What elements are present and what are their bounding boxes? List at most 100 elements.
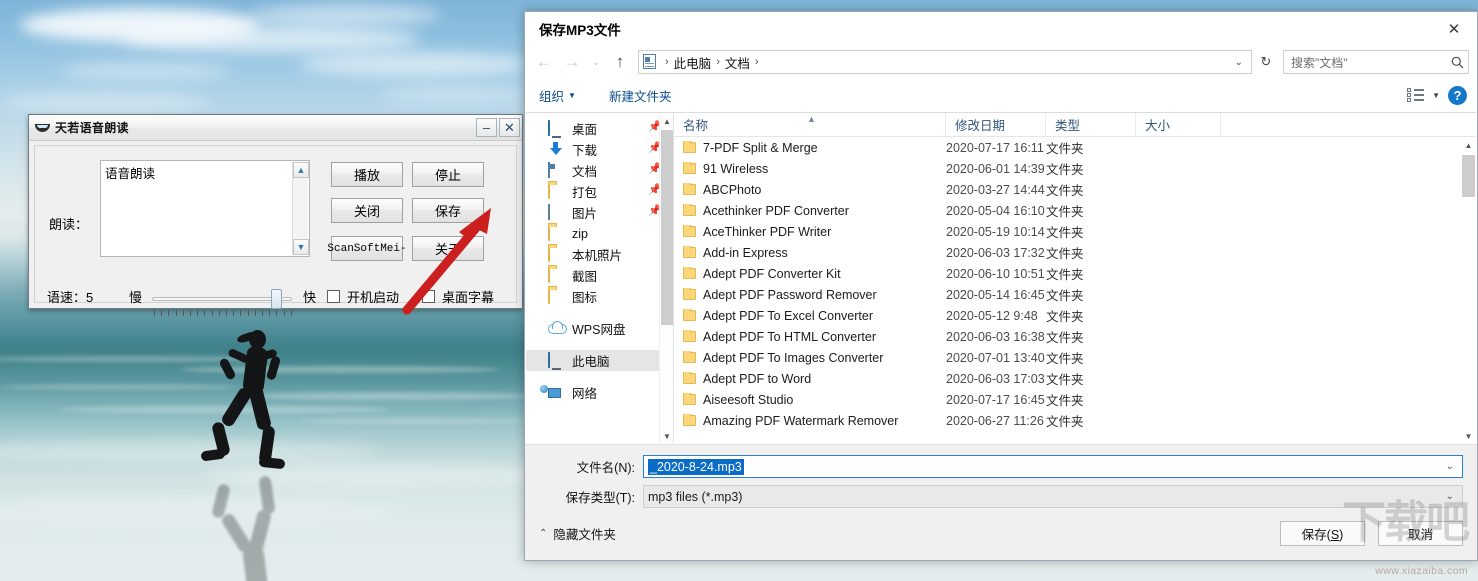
sidebar-item-downloads[interactable]: 下载 📌	[526, 139, 673, 160]
sidebar-item-label: 下载	[572, 144, 598, 158]
table-row[interactable]: Add-in Express 2020-06-03 17:32 文件夹	[674, 242, 1461, 263]
scroll-down-icon[interactable]: ▼	[660, 428, 673, 444]
table-row[interactable]: 91 Wireless 2020-06-01 14:39 文件夹	[674, 158, 1461, 179]
about-button[interactable]: 关于	[412, 236, 484, 261]
table-row[interactable]: ABCPhoto 2020-03-27 14:44 文件夹	[674, 179, 1461, 200]
search-input[interactable]: 搜索"文档"	[1283, 50, 1469, 74]
scroll-up-icon[interactable]: ▲	[660, 113, 673, 129]
save-button[interactable]: 保存	[412, 198, 484, 223]
sidebar-item-icons[interactable]: 图标	[526, 286, 673, 307]
checkbox-autostart[interactable]: 开机启动	[327, 287, 399, 306]
table-row[interactable]: Adept PDF to Word 2020-06-03 17:03 文件夹	[674, 368, 1461, 389]
sidebar-item-desktop[interactable]: 桌面 📌	[526, 118, 673, 139]
column-header-type[interactable]: 类型	[1046, 113, 1136, 137]
file-date-cell: 2020-07-17 16:45	[946, 392, 1045, 407]
organize-button[interactable]: 组织 ▼	[539, 86, 576, 105]
file-list-scrollbar[interactable]: ▲ ▼	[1461, 137, 1476, 444]
help-icon[interactable]: ?	[1448, 85, 1467, 105]
recent-locations-icon[interactable]: ⌄	[587, 49, 605, 75]
table-row[interactable]: Adept PDF Converter Kit 2020-06-10 10:51 文…	[674, 263, 1461, 284]
table-row[interactable]: Adept PDF Password Remover 2020-05-14 16:…	[674, 284, 1461, 305]
close-button[interactable]: ✕	[499, 118, 520, 137]
folder-icon	[683, 161, 696, 174]
filename-chevron-down-icon[interactable]: ⌄	[1440, 461, 1460, 472]
file-type-cell: 文件夹	[1046, 310, 1084, 324]
file-list-scroll-thumb[interactable]	[1462, 155, 1475, 197]
stop-button[interactable]: 停止	[412, 162, 484, 187]
table-row[interactable]: Adept PDF To Images Converter 2020-07-01 …	[674, 347, 1461, 368]
folder-icon	[683, 224, 696, 237]
sidebar-item-wps-cloud[interactable]: WPS网盘	[526, 318, 673, 339]
table-row[interactable]: Adept PDF To HTML Converter 2020-06-03 16…	[674, 326, 1461, 347]
save-button[interactable]: 保存(S)	[1280, 521, 1365, 546]
read-textarea[interactable]: 语音朗读 ▲ ▼	[100, 160, 310, 257]
scroll-down-icon[interactable]: ▼	[293, 239, 309, 255]
file-type-cell: 文件夹	[1046, 142, 1084, 156]
table-row[interactable]: Amazing PDF Watermark Remover 2020-06-27 …	[674, 410, 1461, 431]
back-icon[interactable]: ←	[531, 49, 557, 75]
sidebar-item-zip[interactable]: zip	[526, 223, 673, 244]
folder-icon	[548, 266, 566, 284]
file-name-label: ABCPhoto	[703, 182, 762, 197]
folder-icon	[683, 350, 696, 363]
voice-select-button[interactable]: ScanSoftMei-	[327, 236, 407, 261]
sidebar-item-network[interactable]: 网络	[526, 382, 673, 403]
filetype-chevron-down-icon[interactable]: ⌄	[1440, 491, 1460, 502]
table-row[interactable]: Acethinker PDF Converter 2020-05-04 16:10…	[674, 200, 1461, 221]
checkbox-box[interactable]	[327, 290, 340, 303]
sidebar-item-this-pc[interactable]: 此电脑	[526, 350, 673, 371]
scroll-down-icon[interactable]: ▼	[1461, 428, 1476, 444]
pin-icon[interactable]: 📌	[648, 206, 662, 218]
table-row[interactable]: 7-PDF Split & Merge 2020-07-17 16:11 文件夹	[674, 137, 1461, 158]
filename-input[interactable]: _2020-8-24.mp3 ⌄	[643, 455, 1463, 478]
navpane-scroll-thumb[interactable]	[661, 130, 673, 325]
list-view-icon[interactable]	[1407, 88, 1425, 102]
textarea-scrollbar[interactable]: ▲ ▼	[292, 162, 309, 255]
sidebar-item-documents[interactable]: 文档 📌	[526, 160, 673, 181]
folder-icon	[683, 308, 696, 321]
runner-silhouette	[195, 330, 315, 470]
speed-slider-thumb[interactable]	[271, 289, 282, 309]
checkbox-desktop-subtitle[interactable]: 桌面字幕	[422, 287, 494, 306]
refresh-icon[interactable]: ↻	[1255, 50, 1277, 74]
scroll-up-icon[interactable]: ▲	[293, 162, 309, 178]
sidebar-item-screenshots[interactable]: 截图	[526, 265, 673, 286]
column-header-label: 修改日期	[955, 119, 1006, 133]
file-type-cell: 文件夹	[1046, 205, 1084, 219]
play-button[interactable]: 播放	[331, 162, 403, 187]
sidebar-item-local-photos[interactable]: 本机照片	[526, 244, 673, 265]
address-bar[interactable]: › 此电脑 › 文档 › ⌄	[638, 50, 1252, 74]
file-type-cell: 文件夹	[1046, 268, 1084, 282]
filetype-select[interactable]: mp3 files (*.mp3) ⌄	[643, 485, 1463, 508]
new-folder-button[interactable]: 新建文件夹	[609, 86, 672, 105]
table-row[interactable]: AceThinker PDF Writer 2020-05-19 10:14 文件夹	[674, 221, 1461, 242]
table-row[interactable]: Aiseesoft Studio 2020-07-17 16:45 文件夹	[674, 389, 1461, 410]
sidebar-item-pictures[interactable]: 图片 📌	[526, 202, 673, 223]
pin-icon[interactable]: 📌	[648, 143, 662, 155]
checkbox-box[interactable]	[422, 290, 435, 303]
up-icon[interactable]: ↑	[607, 49, 633, 75]
cancel-button[interactable]: 取消	[1378, 521, 1463, 546]
column-header-date[interactable]: 修改日期	[946, 113, 1046, 137]
column-header-size[interactable]: 大小	[1136, 113, 1221, 137]
file-type-cell: 文件夹	[1046, 184, 1084, 198]
forward-icon[interactable]: →	[559, 49, 585, 75]
dialog-form: 文件名(N): _2020-8-24.mp3 ⌄ 保存类型(T): mp3 fi…	[525, 444, 1477, 515]
table-row[interactable]: Adept PDF To Excel Converter 2020-05-12 9…	[674, 305, 1461, 326]
scroll-up-icon[interactable]: ▲	[1461, 137, 1476, 153]
view-chevron-down-icon[interactable]: ▼	[1432, 91, 1440, 100]
breadcrumb-this-pc[interactable]: 此电脑	[672, 53, 714, 72]
search-icon	[1451, 56, 1464, 68]
breadcrumb-documents[interactable]: 文档	[723, 53, 752, 72]
pin-icon[interactable]: 📌	[648, 122, 662, 134]
close-app-button[interactable]: 关闭	[331, 198, 403, 223]
minimize-button[interactable]: –	[476, 118, 497, 137]
dialog-close-icon[interactable]: ✕	[1431, 14, 1477, 44]
pin-icon[interactable]: 📌	[648, 164, 662, 176]
navpane-scrollbar[interactable]: ▲ ▼	[659, 113, 673, 444]
address-chevron-down-icon[interactable]: ⌄	[1229, 57, 1249, 68]
pin-icon[interactable]: 📌	[648, 185, 662, 197]
hide-folders-toggle[interactable]: ⌃ 隐藏文件夹	[539, 524, 616, 543]
sidebar-item-packaging[interactable]: 打包 📌	[526, 181, 673, 202]
navigation-pane: 桌面 📌 下载 📌 文档 📌 打包 📌 图片 📌 zip 本机照片 截图 图标 …	[526, 113, 674, 444]
